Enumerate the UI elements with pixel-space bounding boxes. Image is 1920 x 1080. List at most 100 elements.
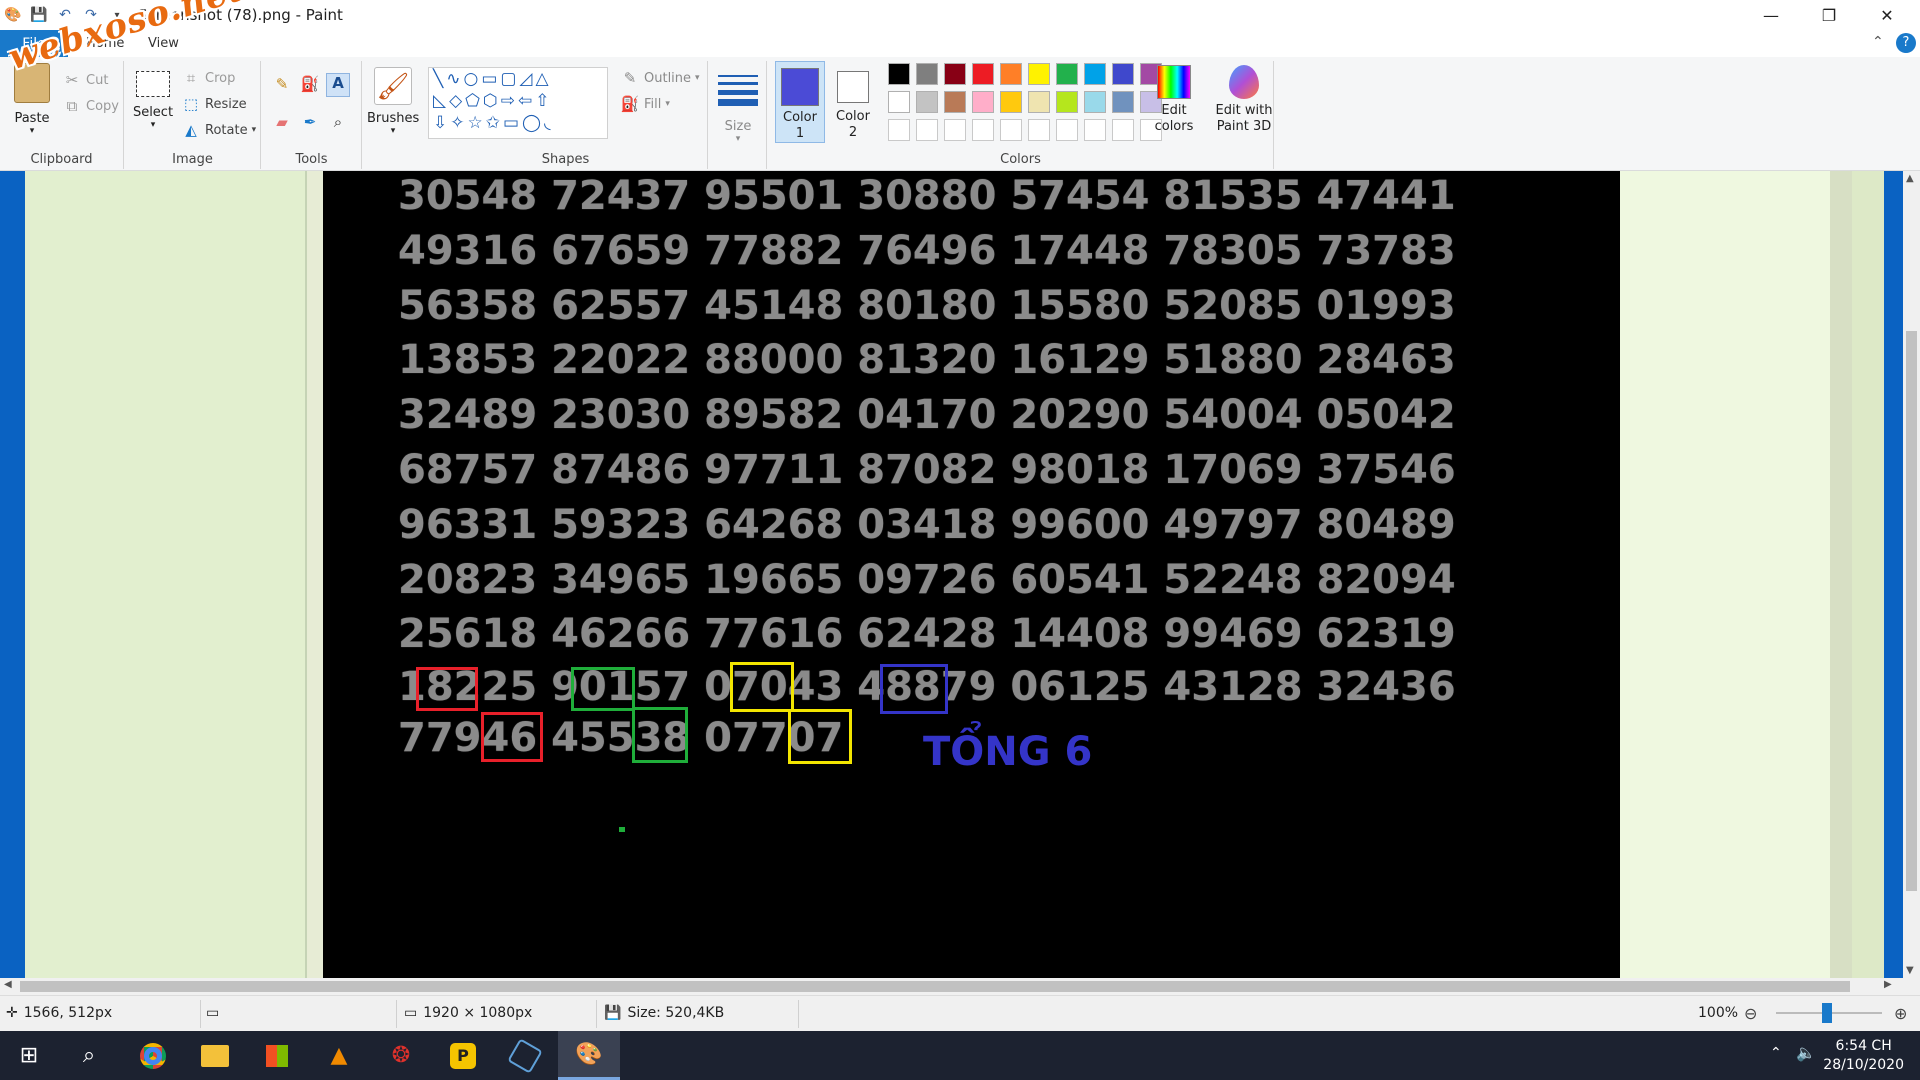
color-swatch[interactable] [1112,63,1134,85]
color2-button[interactable]: Color 2 [828,61,878,143]
copy-button[interactable]: ⧉ Copy [62,97,119,115]
collapse-ribbon-icon[interactable]: ⌃ [1872,34,1884,50]
color-swatch[interactable] [1112,119,1134,141]
app-yellow-icon[interactable]: P [434,1031,492,1080]
vertical-scrollbar[interactable]: ▲ ▼ [1903,171,1920,978]
zoom-level: 100% [1698,1005,1739,1021]
color-swatch[interactable] [1028,91,1050,113]
text-tool-icon[interactable]: A [326,73,350,97]
volume-icon[interactable]: 🔈 [1796,1043,1816,1062]
line-width-icon [718,75,758,113]
crop-button[interactable]: ⌗ Crop [181,69,236,87]
paint-taskbar-icon[interactable]: 🎨 [558,1031,620,1080]
image-right-panel [1620,171,1830,978]
nox-icon[interactable] [496,1031,554,1080]
tray-chevron-icon[interactable]: ⌃ [1770,1045,1782,1061]
color-swatch[interactable] [916,91,938,113]
color-swatch[interactable] [944,63,966,85]
cut-button[interactable]: ✂ Cut [62,71,109,89]
color-swatch[interactable] [1056,119,1078,141]
color-swatch[interactable] [1056,91,1078,113]
fill-icon: ⛽ [620,95,640,113]
horizontal-scroll-thumb[interactable] [20,981,1850,992]
close-button[interactable]: ✕ [1858,0,1916,30]
zoom-slider-thumb[interactable] [1822,1003,1832,1023]
resize-button[interactable]: ⬚ Resize [181,95,247,113]
color-swatch[interactable] [972,91,994,113]
pencil-icon[interactable]: ✎ [272,75,292,93]
scroll-right-icon[interactable]: ▶ [1884,979,1892,990]
brushes-button[interactable]: 🖌 Brushes ▾ [367,67,419,136]
drawing-canvas[interactable]: 30548 72437 95501 30880 57454 81535 4744… [323,171,1620,978]
highlight-box-blue [880,664,948,714]
file-explorer-icon[interactable] [186,1031,244,1080]
scroll-up-icon[interactable]: ▲ [1906,173,1914,184]
color-swatch[interactable] [888,119,910,141]
magnifier-icon[interactable]: ⌕ [328,113,348,131]
help-icon[interactable]: ? [1896,33,1916,53]
color-swatch[interactable] [916,119,938,141]
color-swatch[interactable] [1000,63,1022,85]
color-swatch[interactable] [1000,119,1022,141]
image-left-panel [25,171,307,978]
maximize-button[interactable]: ❐ [1800,0,1858,30]
garena-icon[interactable]: ❂ [372,1031,430,1080]
color-swatch[interactable] [972,63,994,85]
edit-paint3d-button[interactable]: Edit with Paint 3D [1214,65,1274,135]
chrome-icon[interactable] [124,1031,182,1080]
color-swatch[interactable] [1084,91,1106,113]
vlc-icon[interactable]: ▲ [310,1031,368,1080]
color-swatch[interactable] [1056,63,1078,85]
color-swatch[interactable] [1000,91,1022,113]
color-swatch[interactable] [888,63,910,85]
store-icon[interactable] [248,1031,306,1080]
outline-button[interactable]: ✎ Outline ▾ [620,69,700,87]
color-swatch[interactable] [1112,91,1134,113]
zoom-out-icon[interactable]: ⊖ [1744,1004,1757,1023]
color-swatch[interactable] [944,91,966,113]
vertical-scroll-thumb[interactable] [1906,331,1917,891]
edit-colors-button[interactable]: Edit colors [1148,65,1200,135]
shapes-label: Shapes [541,152,590,167]
system-clock[interactable]: 6:54 CH 28/10/2020 [1823,1037,1904,1075]
color-swatch[interactable] [1028,63,1050,85]
fill-bucket-icon[interactable]: ⛽ [300,75,320,93]
color-swatch[interactable] [972,119,994,141]
brush-icon: 🖌 [374,67,412,105]
image-size-icon: ▭ [404,1005,418,1021]
color1-button[interactable]: Color 1 [775,61,825,143]
horizontal-scrollbar[interactable]: ◀ ▶ [0,978,1920,995]
color-swatch[interactable] [1084,119,1106,141]
selection-icon: ▭ [206,1005,220,1021]
image-left-gap [307,171,323,978]
scissors-icon: ✂ [65,71,79,89]
minimize-button[interactable]: — [1742,0,1800,30]
taskbar: ⊞ ⌕ ▲ ❂ P 🎨 ⌃ 🔈 6:54 CH 28/10/2020 [0,1031,1920,1080]
outline-icon: ✎ [623,69,637,87]
resize-icon: ⬚ [183,95,199,113]
color-swatch[interactable] [916,63,938,85]
image-left-border [0,171,25,978]
number-row: 56358 62557 45148 80180 15580 52085 0199… [398,283,1456,329]
chevron-down-icon: ▾ [665,99,670,109]
rotate-icon: ◭ [185,121,197,139]
color-swatch[interactable] [1028,119,1050,141]
color-swatch[interactable] [1084,63,1106,85]
size-button[interactable]: Size ▾ [715,69,761,144]
rotate-button[interactable]: ◭ Rotate ▾ [181,121,256,139]
shapes-gallery[interactable]: ╲∿○▭▢◿△ ◺◇⬠⬡⇨⇦⇧ ⇩✧☆✩▭◯◟ [428,67,608,139]
scroll-left-icon[interactable]: ◀ [4,979,12,990]
scroll-down-icon[interactable]: ▼ [1906,965,1914,976]
color-swatch[interactable] [888,91,910,113]
select-button[interactable]: Select ▾ [131,71,175,130]
search-icon[interactable]: ⌕ [60,1031,118,1080]
eraser-icon[interactable]: ▰ [272,113,292,131]
fill-button[interactable]: ⛽ Fill ▾ [620,95,670,113]
windows-start-icon[interactable]: ⊞ [0,1031,58,1080]
paint-window: 🎨 💾 ↶ ↷ ▾ Screenshot (78).png - Paint — … [0,0,1920,1080]
color-swatch[interactable] [944,119,966,141]
color-picker-icon[interactable]: ✒ [300,113,320,131]
color1-swatch [781,68,819,106]
zoom-in-icon[interactable]: ⊕ [1894,1004,1907,1023]
crosshair-icon: ✛ [6,1005,18,1021]
